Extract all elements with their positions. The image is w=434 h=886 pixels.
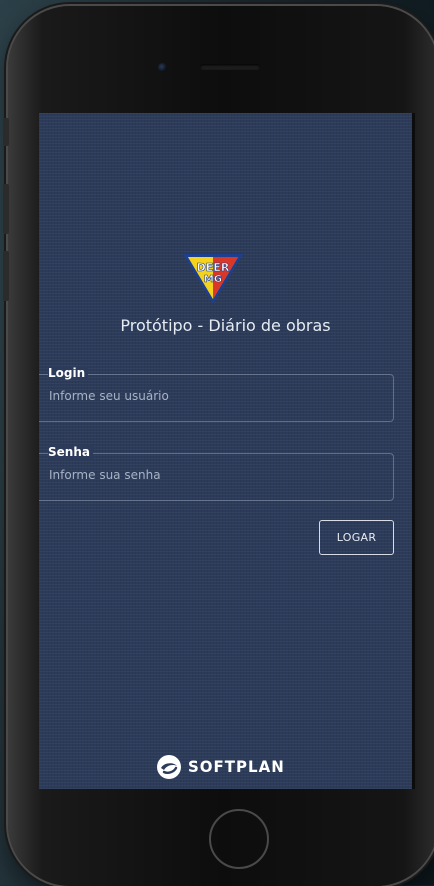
side-button-mute (3, 118, 9, 146)
softplan-brand-text: SOFTPLAN (188, 757, 285, 777)
login-input[interactable] (49, 389, 379, 403)
earpiece-speaker (200, 64, 260, 70)
app-screen: DEER MG Protótipo - Diário de obras Logi… (39, 113, 415, 789)
logo-text-deer: DEER (197, 261, 230, 274)
login-label: Login (48, 366, 89, 380)
logo-text-mg: MG (204, 274, 222, 285)
side-button-volume-up (3, 184, 9, 234)
password-label: Senha (48, 445, 93, 459)
home-button[interactable] (209, 809, 269, 869)
front-camera (158, 63, 167, 72)
softplan-logo-icon (157, 755, 181, 779)
deer-mg-logo: DEER MG (183, 254, 243, 304)
login-button[interactable]: LOGAR (319, 520, 394, 555)
password-field[interactable]: Senha (39, 445, 394, 501)
password-input[interactable] (49, 468, 379, 482)
side-button-volume-down (3, 251, 9, 301)
login-field[interactable]: Login (39, 366, 394, 422)
app-title: Protótipo - Diário de obras (120, 316, 331, 335)
softplan-brand: SOFTPLAN (156, 753, 285, 781)
